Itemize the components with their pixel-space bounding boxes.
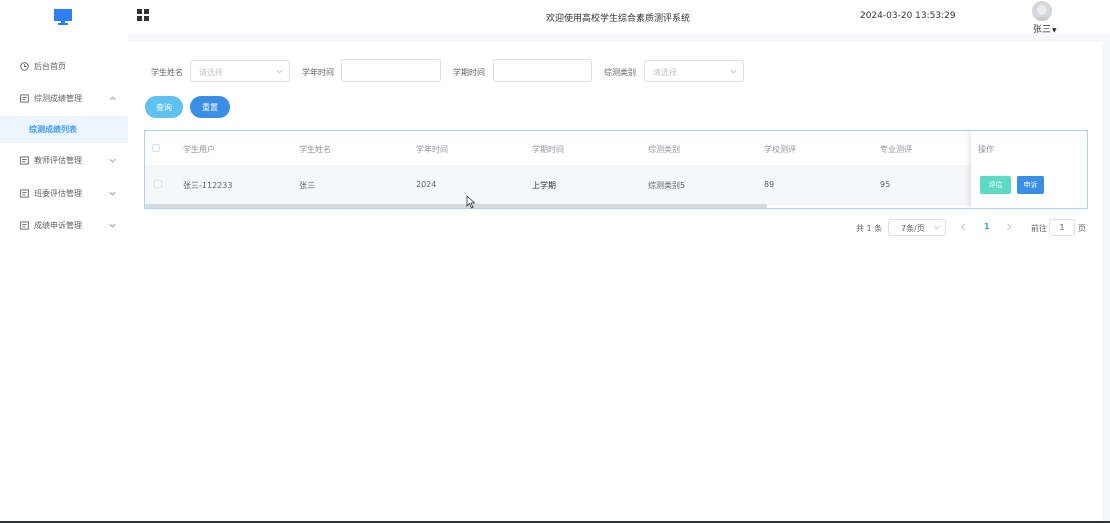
document-icon xyxy=(20,93,29,103)
mouse-cursor-icon xyxy=(466,195,476,209)
document-icon xyxy=(20,188,29,198)
sidebar-item-home[interactable]: 后台首页 xyxy=(0,51,128,81)
row-checkbox[interactable] xyxy=(154,180,162,188)
table-row[interactable]: 张三-112233 张三 2024 上学期 综测类别5 89 95 xyxy=(145,165,971,205)
chevron-down-icon xyxy=(109,191,116,195)
cell-term: 上学期 xyxy=(532,181,556,190)
cell-student-user: 张三-112233 xyxy=(183,181,233,190)
query-button[interactable]: 查询 xyxy=(145,96,183,118)
content-panel xyxy=(128,42,1102,521)
column-header[interactable]: 学期时间 xyxy=(532,144,564,155)
fixed-operation-column: 操作 评估 申诉 xyxy=(971,131,1087,208)
select-placeholder: 请选择 xyxy=(653,68,677,77)
chevron-left-icon[interactable] xyxy=(959,223,967,231)
sidebar-item-score-list[interactable]: 综测成绩列表 xyxy=(0,116,128,143)
cell-school-score: 89 xyxy=(764,180,775,189)
avatar-image xyxy=(1032,1,1052,21)
clock-icon xyxy=(20,61,29,71)
term-label: 学期时间 xyxy=(453,68,485,77)
pagination-goto-input[interactable]: 1 xyxy=(1049,219,1075,236)
sidebar-item-score-management[interactable]: 综测成绩管理 xyxy=(0,83,128,113)
chevron-up-icon xyxy=(109,96,116,100)
column-header[interactable]: 专业测评 xyxy=(880,144,912,155)
column-header-operation: 操作 xyxy=(978,145,994,154)
avatar[interactable] xyxy=(1032,1,1052,21)
document-icon xyxy=(20,220,29,230)
top-bar: 欢迎使用高校学生综合素质测评系统 2024-03-20 13:53:29 张三▼ xyxy=(0,0,1110,35)
page-size-select[interactable]: 7条/页 xyxy=(888,219,946,236)
pagination-goto-label: 前往 xyxy=(1031,224,1047,233)
cell-category: 综测类别5 xyxy=(648,181,686,190)
student-name-label: 学生姓名 xyxy=(151,68,183,77)
sidebar-item-teacher-evaluation[interactable]: 教师评估管理 xyxy=(0,145,128,175)
year-label: 学年时间 xyxy=(302,68,334,77)
sidebar-item-committee-evaluation[interactable]: 班委评估管理 xyxy=(0,178,128,208)
sidebar-item-label: 综测成绩管理 xyxy=(34,93,82,103)
welcome-text: 欢迎使用高校学生综合素质测评系统 xyxy=(546,14,691,24)
student-name-select[interactable]: 请选择 xyxy=(190,60,290,82)
chevron-down-icon xyxy=(109,158,116,162)
chevron-down-icon xyxy=(730,69,737,74)
column-header[interactable]: 学生用户 xyxy=(183,144,215,155)
sidebar-item-label: 教师评估管理 xyxy=(34,155,82,165)
chevron-down-icon xyxy=(933,225,940,230)
pagination-current-page[interactable]: 1 xyxy=(984,222,990,231)
pagination-total: 共 1 条 xyxy=(856,224,883,233)
year-input[interactable] xyxy=(341,59,441,82)
chevron-down-icon xyxy=(276,69,283,74)
current-datetime: 2024-03-20 13:53:29 xyxy=(860,11,956,21)
pagination-page-suffix: 页 xyxy=(1078,224,1086,233)
column-header[interactable]: 学年时间 xyxy=(416,144,448,155)
column-header[interactable]: 学校测评 xyxy=(764,144,796,155)
table-header-row: 学生用户 学生姓名 学年时间 学期时间 综测类别 学校测评 专业测评 xyxy=(145,131,1087,165)
sidebar-item-appeal-management[interactable]: 成绩申诉管理 xyxy=(0,210,128,240)
monitor-icon[interactable] xyxy=(54,8,72,26)
evaluate-button[interactable]: 评估 xyxy=(980,176,1011,194)
grid-menu-icon[interactable] xyxy=(137,9,149,21)
document-icon xyxy=(20,155,29,165)
sidebar-item-label: 后台首页 xyxy=(34,61,66,71)
score-table: 学生用户 学生姓名 学年时间 学期时间 综测类别 学校测评 专业测评 张三-11… xyxy=(144,130,1088,209)
select-all-checkbox[interactable] xyxy=(152,144,160,152)
category-label: 综测类别 xyxy=(604,68,636,77)
chevron-down-icon xyxy=(109,223,116,227)
sidebar-item-label: 综测成绩列表 xyxy=(29,125,77,134)
horizontal-scrollbar[interactable] xyxy=(145,204,767,208)
sidebar-item-label: 班委评估管理 xyxy=(34,188,82,198)
select-placeholder: 请选择 xyxy=(199,68,223,77)
reset-button[interactable]: 重置 xyxy=(190,96,230,118)
column-header[interactable]: 学生姓名 xyxy=(299,144,331,155)
term-input[interactable] xyxy=(493,59,592,82)
category-select[interactable]: 请选择 xyxy=(644,60,744,82)
cell-major-score: 95 xyxy=(880,180,891,189)
cell-student-name: 张三 xyxy=(299,181,315,190)
caret-down-icon: ▼ xyxy=(1052,27,1057,34)
sidebar: 后台首页 综测成绩管理 综测成绩列表 教师评估管理 班委评估管理 成绩申诉管理 xyxy=(0,34,128,521)
sidebar-item-label: 成绩申诉管理 xyxy=(34,220,82,230)
chevron-right-icon[interactable] xyxy=(1005,223,1013,231)
page-size-value: 7条/页 xyxy=(901,224,925,233)
column-header[interactable]: 综测类别 xyxy=(648,144,680,155)
appeal-button[interactable]: 申诉 xyxy=(1017,176,1044,194)
cell-year: 2024 xyxy=(416,180,437,189)
